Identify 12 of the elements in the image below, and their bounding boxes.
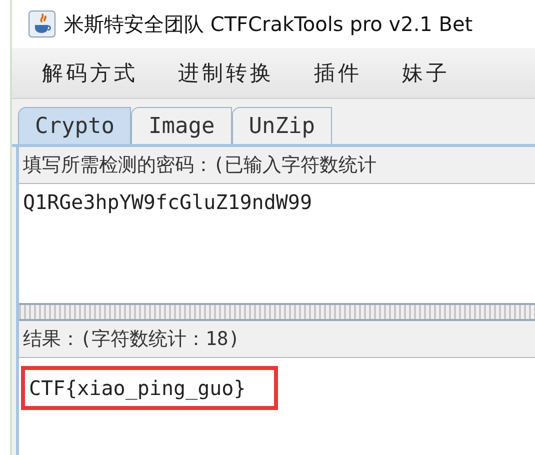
tab[interactable]: UnZip bbox=[232, 107, 332, 144]
menu-item[interactable]: 进制转换 bbox=[178, 59, 274, 87]
java-cup-icon bbox=[28, 10, 56, 38]
password-text-area[interactable]: Q1RGe3hpYW9fcGluZ19ndW99 bbox=[19, 183, 535, 303]
menu-item[interactable]: 妹子 bbox=[402, 59, 450, 87]
menu-item[interactable]: 解码方式 bbox=[42, 59, 138, 87]
result-text: CTF{xiao_ping_guo} bbox=[21, 366, 278, 410]
tab[interactable]: Crypto bbox=[18, 107, 132, 144]
menu-item[interactable]: 插件 bbox=[314, 59, 362, 87]
result-text-area[interactable]: CTF{xiao_ping_guo} bbox=[19, 357, 535, 455]
tab[interactable]: Image bbox=[131, 107, 232, 144]
window-title: 米斯特安全团队 CTFCrakTools pro v2.1 Bet bbox=[64, 10, 473, 38]
